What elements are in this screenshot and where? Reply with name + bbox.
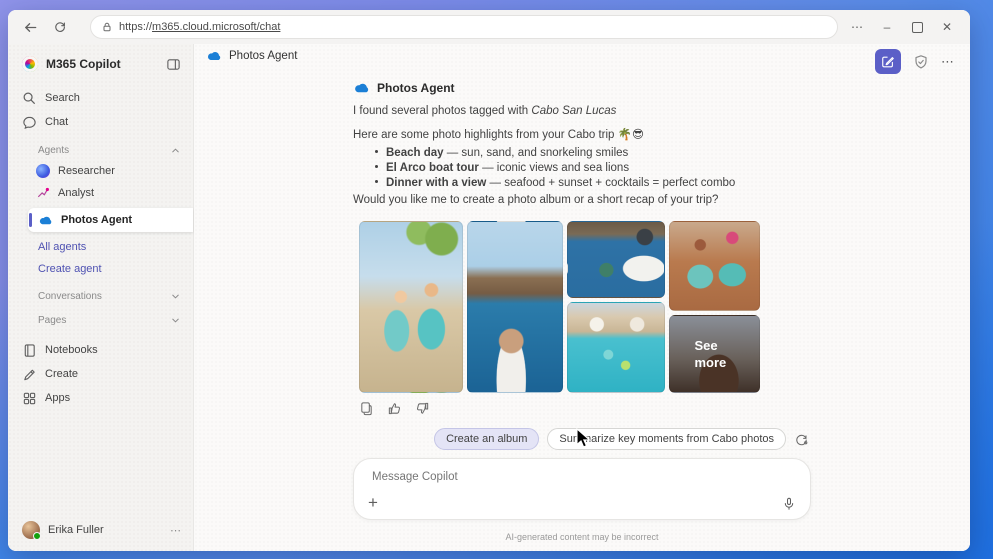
photo-beach-kids[interactable] [359, 221, 463, 393]
photo-kids-on-deck[interactable] [669, 221, 760, 311]
sidebar-item-researcher[interactable]: Researcher [8, 160, 193, 182]
photo-grid: See more [359, 221, 811, 393]
minimize-button[interactable]: – [874, 15, 900, 39]
more-icon: ⋯ [851, 20, 863, 34]
user-account-row[interactable]: Erika Fuller ⋯ [8, 515, 193, 545]
chat-bubble-icon [22, 115, 37, 130]
message-highlights-line: Here are some photo highlights from your… [353, 128, 811, 143]
bullet-dot [375, 180, 378, 183]
new-chat-button[interactable] [875, 49, 901, 74]
thumbs-up-button[interactable] [387, 401, 402, 416]
close-button[interactable]: ✕ [934, 15, 960, 39]
suggestion-create-album[interactable]: Create an album [434, 428, 539, 450]
refresh-icon [53, 20, 67, 34]
user-name: Erika Fuller [48, 524, 104, 536]
see-more-label: See more [695, 337, 735, 371]
app-title: M365 Copilot [46, 57, 121, 71]
sidebar-item-analyst[interactable]: Analyst [8, 182, 193, 204]
sidebar-toggle-icon[interactable] [166, 57, 181, 72]
copy-button[interactable] [359, 401, 374, 416]
browser-titlebar: https://m365.cloud.microsoft/chat ⋯ – ✕ [8, 10, 970, 44]
thumbs-down-button[interactable] [415, 401, 430, 416]
sidebar-item-photos-agent[interactable]: Photos Agent [28, 208, 193, 232]
chat-header: Photos Agent [206, 50, 297, 62]
highlight-bullet-el-arco: El Arco boat tour — iconic views and sea… [353, 161, 811, 176]
minimize-icon: – [884, 20, 891, 34]
photo-boat-tour[interactable] [567, 221, 665, 298]
all-agents-link[interactable]: All agents [8, 236, 193, 258]
mouse-cursor [576, 428, 593, 450]
sidebar-item-apps[interactable]: Apps [8, 386, 193, 410]
back-button[interactable] [18, 15, 42, 39]
apps-grid-icon [22, 391, 37, 406]
chevron-up-icon [170, 145, 181, 156]
message-closing-question: Would you like me to create a photo albu… [353, 193, 811, 208]
analyst-agent-icon [36, 186, 50, 200]
message-composer: + [353, 458, 811, 520]
trip-emoji: 🌴😎 [618, 129, 644, 141]
highlight-bullet-beach-day: Beach day — sun, sand, and snorkeling sm… [353, 146, 811, 161]
browser-more-button[interactable]: ⋯ [844, 15, 870, 39]
microphone-button[interactable] [782, 497, 796, 511]
photo-pool-underwater[interactable] [567, 302, 665, 393]
address-bar[interactable]: https://m365.cloud.microsoft/chat [90, 15, 838, 39]
sidebar-item-search[interactable]: Search [8, 86, 193, 110]
create-agent-link[interactable]: Create agent [8, 258, 193, 280]
refresh-suggestions-icon[interactable] [794, 432, 809, 447]
user-avatar [22, 521, 40, 539]
see-more-tile[interactable]: See more [669, 315, 760, 393]
chevron-down-icon [170, 315, 181, 326]
message-sender-name: Photos Agent [377, 81, 455, 95]
conversations-section-header[interactable]: Conversations [8, 286, 193, 306]
researcher-agent-icon [36, 164, 50, 178]
message-actions [359, 401, 811, 416]
photos-agent-cloud-icon [206, 50, 222, 62]
maximize-button[interactable] [904, 15, 930, 39]
pages-section-header[interactable]: Pages [8, 310, 193, 330]
user-more-icon[interactable]: ⋯ [170, 524, 181, 537]
add-attachment-button[interactable]: + [368, 495, 378, 511]
sidebar-item-notebooks[interactable]: Notebooks [8, 338, 193, 362]
message-intro: I found several photos tagged with Cabo … [353, 104, 811, 119]
browser-window: https://m365.cloud.microsoft/chat ⋯ – ✕ … [8, 10, 970, 551]
photo-el-arco-selfie[interactable] [467, 221, 563, 393]
refresh-button[interactable] [48, 15, 72, 39]
search-icon [22, 91, 37, 106]
sidebar: M365 Copilot Search Chat Agents R [8, 44, 194, 551]
privacy-shield-icon[interactable] [913, 54, 929, 70]
url-text: https://m365.cloud.microsoft/chat [119, 21, 280, 33]
photos-agent-cloud-icon [353, 82, 370, 94]
site-security-icon [101, 21, 113, 33]
agents-section-header[interactable]: Agents [8, 140, 193, 160]
tag-name: Cabo San Lucas [531, 105, 616, 117]
maximize-icon [912, 22, 923, 33]
chat-main: Photos Agent ⋯ Photos Agent I found seve… [194, 44, 970, 551]
bullet-dot [375, 165, 378, 168]
ai-disclaimer: AI-generated content may be incorrect [353, 532, 811, 542]
chevron-down-icon [170, 291, 181, 302]
message-sender-row: Photos Agent [353, 80, 811, 96]
selected-indicator [29, 213, 32, 227]
close-icon: ✕ [942, 20, 952, 34]
notebook-icon [22, 343, 37, 358]
bullet-dot [375, 150, 378, 153]
photos-agent-cloud-icon [38, 215, 53, 226]
chat-more-button[interactable]: ⋯ [941, 54, 954, 70]
sidebar-item-create[interactable]: Create [8, 362, 193, 386]
compose-icon [881, 55, 895, 69]
create-pen-icon [22, 367, 37, 382]
chat-header-title: Photos Agent [229, 50, 297, 62]
message-input[interactable] [370, 469, 794, 497]
highlight-bullet-dinner: Dinner with a view — seafood + sunset + … [353, 176, 811, 191]
back-arrow-icon [23, 20, 38, 35]
m365-copilot-logo [22, 56, 38, 72]
sidebar-item-chat[interactable]: Chat [8, 110, 193, 134]
